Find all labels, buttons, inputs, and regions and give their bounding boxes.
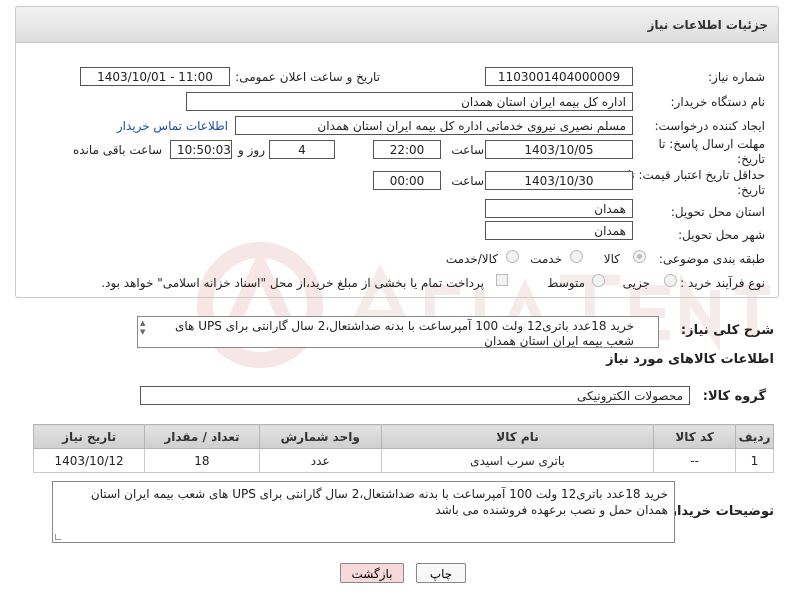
validity-date-field[interactable]: 1403/10/30 xyxy=(485,171,633,190)
category-service-label: خدمت xyxy=(530,252,562,266)
resize-handle-icon[interactable] xyxy=(55,534,61,540)
col-item-name: نام کالا xyxy=(380,424,655,449)
cell-row-number: 1 xyxy=(735,448,774,473)
goods-table: ردیف کد کالا نام کالا واحد شمارش تعداد /… xyxy=(32,424,774,473)
col-row-number: ردیف xyxy=(735,424,774,449)
days-label: روز و xyxy=(238,143,265,157)
reply-date-field[interactable]: 1403/10/05 xyxy=(485,140,633,159)
purchase-medium-label: متوسط xyxy=(547,276,585,290)
cell-unit: عدد xyxy=(258,448,382,473)
city-field[interactable]: همدان xyxy=(485,221,633,240)
panel-title: جزئیات اطلاعات نیاز xyxy=(15,6,779,43)
category-goods-label: کالا xyxy=(603,252,620,266)
city-label: شهر محل تحویل: xyxy=(678,228,765,242)
cell-item-code: -- xyxy=(653,448,736,473)
table-row[interactable]: 1 -- باتری سرب اسیدی عدد 18 1403/10/12 xyxy=(32,448,774,473)
goods-group-field[interactable]: محصولات الکترونیکی xyxy=(140,386,690,405)
reply-deadline-date-label: تاریخ: xyxy=(737,152,765,166)
cell-quantity: 18 xyxy=(144,448,260,473)
purchase-minor-radio[interactable] xyxy=(664,274,677,287)
summary-text: خرید 18عدد باتری12 ولت 100 آمپرساعت با ب… xyxy=(175,319,634,348)
buyer-org-label: نام دستگاه خریدار: xyxy=(670,95,766,109)
summary-label: شرح کلی نیاز: xyxy=(680,323,774,338)
validity-time-label: ساعت xyxy=(451,174,484,188)
reply-time-field[interactable]: 22:00 xyxy=(373,140,441,159)
creator-field[interactable]: مسلم نصیری نیروی خدماتی اداره کل بیمه ای… xyxy=(235,116,633,135)
announce-datetime-label: تاریخ و ساعت اعلان عمومی: xyxy=(235,70,380,84)
reply-deadline-label: مهلت ارسال پاسخ: تا xyxy=(658,137,765,151)
cell-need-date: 1403/10/12 xyxy=(32,448,146,473)
buyer-contact-link[interactable]: اطلاعات تماس خریدار xyxy=(117,119,228,133)
col-need-date: تاریخ نیاز xyxy=(32,424,146,449)
treasury-payment-note: پرداخت تمام یا بخشی از مبلغ خرید،از محل … xyxy=(101,276,484,290)
validity-time-field[interactable]: 00:00 xyxy=(373,171,441,190)
price-validity-date-label: تاریخ: xyxy=(737,183,765,197)
treasury-payment-checkbox[interactable] xyxy=(496,274,508,286)
province-field[interactable]: همدان xyxy=(485,199,633,218)
goods-group-label: گروه کالا: xyxy=(702,389,766,404)
col-unit: واحد شمارش xyxy=(258,424,382,449)
category-goods-radio[interactable] xyxy=(633,250,646,263)
need-number-label: شماره نیاز: xyxy=(708,70,765,84)
province-label: استان محل تحویل: xyxy=(670,205,765,219)
buyer-notes-textarea[interactable]: خرید 18عدد باتری12 ولت 100 آمپرساعت با ب… xyxy=(52,481,675,543)
purchase-minor-label: جزیی xyxy=(622,276,650,290)
need-number-field[interactable]: 1103001404000009 xyxy=(485,67,633,86)
remaining-label: ساعت باقی مانده xyxy=(72,143,162,157)
buyer-org-field[interactable]: اداره کل بیمه ایران استان همدان xyxy=(186,92,633,111)
category-label: طبقه بندی موضوعی: xyxy=(658,252,765,266)
creator-label: ایجاد کننده درخواست: xyxy=(654,119,765,133)
col-item-code: کد کالا xyxy=(653,424,736,449)
purchase-type-label: نوع فرآیند خرید : xyxy=(680,276,765,290)
announce-datetime-field[interactable]: 1403/10/01 - 11:00 xyxy=(80,67,230,86)
remaining-days-field[interactable]: 4 xyxy=(269,140,335,159)
back-button[interactable]: بازگشت xyxy=(340,563,404,583)
goods-section-title: اطلاعات کالاهای مورد نیاز xyxy=(606,352,774,367)
cell-item-name: باتری سرب اسیدی xyxy=(380,448,655,473)
price-validity-label: حداقل تاریخ اعتبار قیمت: تا xyxy=(627,168,765,182)
category-goods-service-label: کالا/خدمت xyxy=(445,252,498,266)
category-goods-service-radio[interactable] xyxy=(506,250,519,263)
purchase-medium-radio[interactable] xyxy=(592,274,605,287)
col-quantity: تعداد / مقدار xyxy=(144,424,260,449)
category-service-radio[interactable] xyxy=(570,250,583,263)
scroll-arrows-icon[interactable]: ▲ ▼ xyxy=(140,319,145,337)
buyer-notes-text: خرید 18عدد باتری12 ولت 100 آمپرساعت با ب… xyxy=(90,487,668,517)
goods-table-header: ردیف کد کالا نام کالا واحد شمارش تعداد /… xyxy=(32,424,774,449)
buyer-notes-label: توضیحات خریدار: xyxy=(664,504,774,519)
remaining-time-field[interactable]: 10:50:03 xyxy=(170,140,232,159)
print-button[interactable]: چاپ xyxy=(416,563,466,583)
reply-time-label: ساعت xyxy=(451,143,484,157)
summary-textarea[interactable]: خرید 18عدد باتری12 ولت 100 آمپرساعت با ب… xyxy=(137,316,659,348)
